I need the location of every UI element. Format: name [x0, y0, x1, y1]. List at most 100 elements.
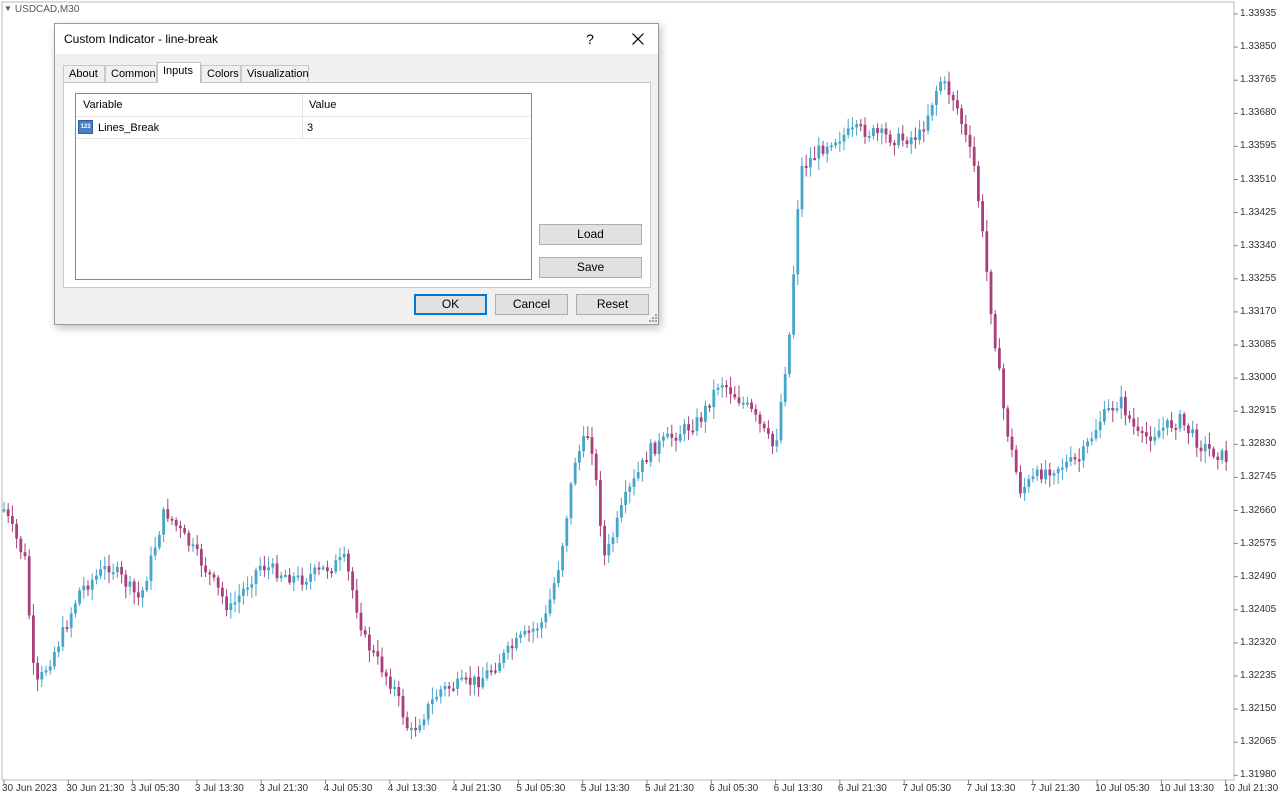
candle-body	[674, 437, 678, 441]
candle-body	[1035, 469, 1039, 477]
candle-body	[935, 91, 938, 106]
candle-body	[914, 137, 917, 140]
candle-body	[1153, 436, 1157, 441]
candle-body	[1140, 430, 1144, 433]
candle-body	[1006, 408, 1010, 437]
candle-body	[977, 165, 980, 202]
candle-body	[347, 553, 350, 572]
candle-body	[95, 575, 98, 580]
candle-body	[687, 424, 690, 431]
candle-body	[930, 105, 934, 116]
candle-body	[901, 133, 905, 141]
cancel-button[interactable]: Cancel	[495, 294, 568, 315]
candle-body	[69, 613, 73, 628]
price-tick-label: 1.33085	[1240, 339, 1277, 350]
load-button[interactable]: Load	[539, 224, 642, 245]
candle-body	[1115, 408, 1119, 411]
candle-body	[1145, 432, 1148, 437]
inputs-panel: Variable Value 123 Lines_Break 3 Load Sa…	[63, 82, 651, 288]
price-tick-label: 1.32490	[1240, 570, 1277, 582]
candle-body	[2, 509, 6, 512]
candle-body	[510, 645, 514, 649]
candle-body	[573, 462, 577, 484]
price-tick-label: 1.32150	[1240, 703, 1277, 715]
tab-colors[interactable]: Colors	[201, 65, 241, 82]
candle-body	[1128, 415, 1131, 419]
dialog-titlebar[interactable]: Custom Indicator - line-break ?	[55, 24, 658, 54]
variable-value[interactable]: 3	[307, 122, 313, 134]
candle-body	[1069, 457, 1073, 462]
tab-common[interactable]: Common	[105, 65, 157, 82]
candle-body	[137, 592, 140, 598]
candle-body	[1107, 408, 1110, 411]
table-row[interactable]: 123 Lines_Break 3	[76, 117, 531, 139]
candle-body	[750, 402, 753, 409]
candle-body	[956, 100, 959, 109]
candle-body	[813, 158, 816, 161]
tab-visualization[interactable]: Visualization	[241, 65, 309, 82]
close-button[interactable]	[620, 24, 656, 54]
price-tick-label: 1.33850	[1240, 41, 1277, 53]
candle-body	[158, 534, 161, 548]
column-header-variable[interactable]: Variable	[83, 99, 123, 111]
price-tick-label: 1.32660	[1240, 504, 1277, 516]
candle-body	[363, 630, 367, 635]
candle-body	[800, 165, 804, 210]
reset-button[interactable]: Reset	[576, 294, 649, 315]
candle-body	[153, 547, 157, 556]
resize-grip-icon[interactable]	[648, 313, 658, 323]
candle-body	[132, 581, 136, 593]
collapse-triangle-icon[interactable]: ▼	[4, 4, 12, 13]
candle-body	[594, 453, 598, 480]
candle-body	[300, 575, 304, 585]
candle-body	[128, 581, 132, 587]
save-button[interactable]: Save	[539, 257, 642, 278]
candle-body	[569, 483, 573, 519]
candle-body	[842, 134, 846, 142]
candle-body	[1224, 450, 1228, 462]
candle-body	[540, 622, 543, 629]
tab-inputs[interactable]: Inputs	[157, 62, 201, 83]
cell-divider	[302, 117, 303, 138]
candle-body	[275, 563, 279, 579]
candle-body	[809, 158, 812, 168]
candle-body	[53, 651, 56, 667]
price-tick-label: 1.32235	[1240, 670, 1277, 681]
candle-body	[771, 433, 774, 447]
price-tick-label: 1.32745	[1240, 471, 1277, 483]
candle-body	[313, 567, 317, 575]
candle-body	[460, 677, 464, 680]
candle-body	[830, 145, 833, 148]
candle-body	[905, 140, 909, 145]
price-tick-label: 1.33765	[1240, 74, 1277, 86]
candle-body	[359, 612, 363, 631]
candle-body	[1136, 426, 1140, 431]
help-button[interactable]: ?	[575, 24, 605, 54]
candle-body	[821, 145, 825, 154]
candle-body	[678, 434, 682, 441]
column-header-value[interactable]: Value	[309, 99, 336, 111]
time-tick-label: 7 Jul 13:30	[966, 783, 1016, 794]
candle-body	[174, 519, 178, 526]
candle-body	[166, 509, 170, 519]
tab-about[interactable]: About	[63, 65, 105, 82]
candle-body	[334, 560, 338, 572]
close-icon	[632, 33, 644, 45]
candle-body	[1002, 368, 1005, 409]
candle-body	[712, 389, 716, 408]
candle-body	[78, 590, 81, 604]
candle-body	[775, 440, 779, 447]
integer-type-icon: 123	[78, 120, 93, 134]
column-divider[interactable]	[302, 94, 303, 116]
candle-body	[15, 523, 18, 539]
ok-button[interactable]: OK	[414, 294, 487, 315]
candle-body	[603, 525, 606, 556]
candle-body	[233, 602, 237, 605]
candle-body	[111, 572, 115, 575]
candle-body	[384, 672, 388, 677]
candle-body	[1208, 444, 1211, 449]
candle-body	[1048, 469, 1052, 476]
candle-body	[993, 314, 997, 349]
candle-body	[1203, 444, 1207, 452]
candle-body	[179, 525, 182, 529]
